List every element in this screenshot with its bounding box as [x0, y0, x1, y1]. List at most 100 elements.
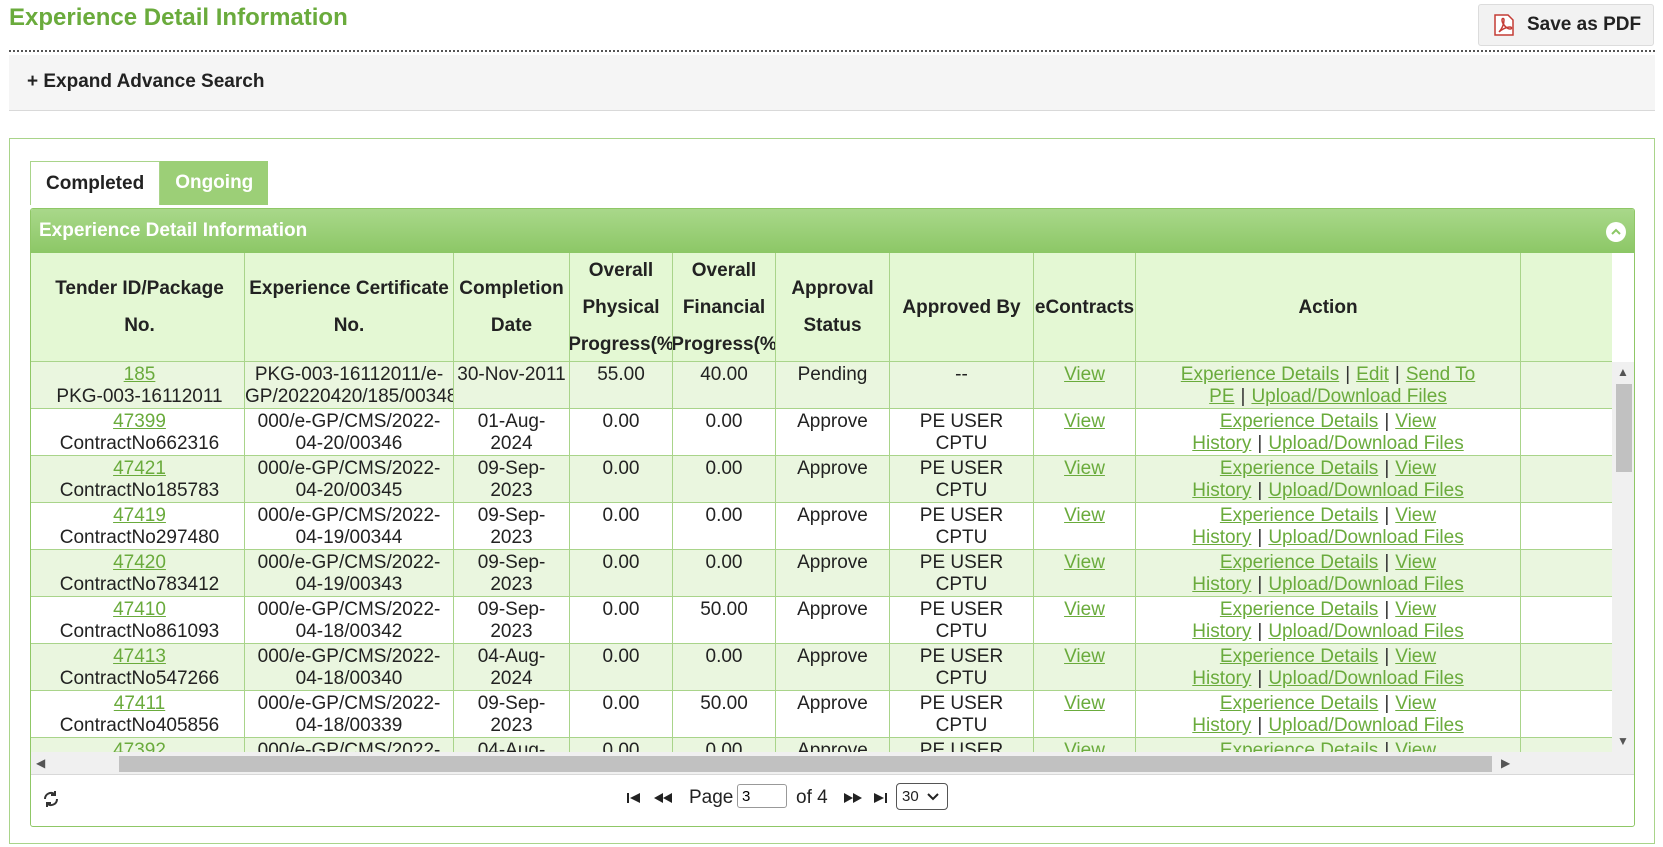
scroll-left-arrow-icon[interactable]: ◀ — [36, 756, 45, 770]
physical-progress: 0.00 — [602, 505, 640, 526]
package-no: ContractNo185783 — [59, 480, 220, 501]
tender-id-link[interactable]: 47420 — [113, 552, 166, 573]
financial-progress: 0.00 — [705, 458, 743, 479]
col-approval-status[interactable]: Approval Status — [776, 253, 890, 361]
view-history-link[interactable]: View — [1395, 505, 1436, 526]
tender-id-link[interactable]: 47421 — [113, 458, 166, 479]
last-page-icon[interactable] — [871, 791, 889, 809]
edit-link[interactable]: Edit — [1356, 364, 1389, 385]
experience-details-link[interactable]: Experience Details — [1220, 693, 1378, 714]
prev-page-icon[interactable] — [653, 791, 673, 809]
tender-id-link[interactable]: 47392 — [113, 740, 166, 752]
view-history-link-cont[interactable]: History — [1192, 621, 1251, 642]
grid-header-bar: Experience Detail Information — [31, 209, 1634, 253]
experience-details-link[interactable]: Experience Details — [1220, 458, 1378, 479]
upload-download-link[interactable]: Upload/Download Files — [1268, 715, 1463, 736]
tender-id-link[interactable]: 47419 — [113, 505, 166, 526]
send-to-pe-link-cont[interactable]: PE — [1209, 386, 1234, 407]
view-history-link[interactable]: View — [1395, 411, 1436, 432]
package-no: ContractNo405856 — [59, 715, 220, 736]
view-history-link[interactable]: View — [1395, 740, 1436, 752]
save-as-pdf-button[interactable]: Save as PDF — [1478, 4, 1654, 46]
tab-ongoing[interactable]: Ongoing — [160, 161, 269, 205]
horizontal-scrollbar[interactable]: ◀ ▶ — [31, 752, 1634, 774]
econtract-view-link[interactable]: View — [1064, 458, 1105, 479]
econtract-view-link[interactable]: View — [1064, 646, 1105, 667]
table-row: 47421 ContractNo185783 000/e-GP/CMS/2022-… — [31, 456, 1612, 503]
first-page-icon[interactable] — [626, 791, 644, 809]
econtract-view-link[interactable]: View — [1064, 740, 1105, 752]
approved-by-org: CPTU — [935, 433, 988, 454]
tab-completed[interactable]: Completed — [30, 161, 161, 205]
view-history-link-cont[interactable]: History — [1192, 480, 1251, 501]
view-history-link-cont[interactable]: History — [1192, 715, 1251, 736]
physical-progress: 0.00 — [602, 740, 640, 752]
page-size-select[interactable]: 30 — [896, 783, 948, 810]
upload-download-link[interactable]: Upload/Download Files — [1268, 574, 1463, 595]
vertical-scrollbar[interactable]: ▲ ▼ — [1612, 362, 1634, 752]
tender-id-link[interactable]: 47413 — [113, 646, 166, 667]
econtract-view-link[interactable]: View — [1064, 505, 1105, 526]
upload-download-link[interactable]: Upload/Download Files — [1268, 433, 1463, 454]
econtract-view-link[interactable]: View — [1064, 552, 1105, 573]
col-action[interactable]: Action — [1136, 253, 1521, 361]
view-history-link[interactable]: View — [1395, 458, 1436, 479]
refresh-icon[interactable] — [41, 789, 61, 814]
tender-id-link[interactable]: 47411 — [114, 693, 165, 714]
col-experience-certificate[interactable]: Experience Certificate No. — [245, 253, 454, 361]
certificate-no-cont: 04-19/00343 — [295, 574, 403, 595]
experience-details-link[interactable]: Experience Details — [1220, 411, 1378, 432]
scroll-right-arrow-icon[interactable]: ▶ — [1501, 756, 1510, 770]
page-number-input[interactable] — [737, 784, 787, 808]
tender-id-link[interactable]: 47410 — [113, 599, 166, 620]
upload-download-link[interactable]: Upload/Download Files — [1268, 668, 1463, 689]
certificate-no-cont: 04-18/00342 — [295, 621, 403, 642]
econtract-view-link[interactable]: View — [1064, 411, 1105, 432]
econtract-view-link[interactable]: View — [1064, 693, 1105, 714]
col-approved-by[interactable]: Approved By — [890, 253, 1034, 361]
approval-status: Approve — [797, 552, 868, 573]
grid-body: 185 PKG-003-16112011 PKG-003-16112011/e- G… — [31, 362, 1612, 752]
view-history-link[interactable]: View — [1395, 599, 1436, 620]
col-tender-id[interactable]: Tender ID/Package No. — [31, 253, 245, 361]
scroll-up-arrow-icon[interactable]: ▲ — [1617, 365, 1629, 379]
pager-bar: Page of 4 30 — [31, 774, 1634, 825]
experience-details-link[interactable]: Experience Details — [1220, 552, 1378, 573]
col-econtracts[interactable]: eContracts — [1034, 253, 1136, 361]
col-completion-date[interactable]: Completion Date — [454, 253, 570, 361]
horizontal-scroll-thumb[interactable] — [119, 756, 1492, 772]
vertical-scroll-thumb[interactable] — [1616, 384, 1632, 472]
approved-by: PE USER — [919, 646, 1004, 667]
view-history-link-cont[interactable]: History — [1192, 668, 1251, 689]
expand-advance-search-link[interactable]: + Expand Advance Search — [27, 71, 264, 93]
tender-id-link[interactable]: 185 — [124, 364, 156, 385]
view-history-link[interactable]: View — [1395, 552, 1436, 573]
tender-id-link[interactable]: 47399 — [113, 411, 166, 432]
experience-details-link[interactable]: Experience Details — [1220, 505, 1378, 526]
upload-download-link[interactable]: Upload/Download Files — [1268, 527, 1463, 548]
completion-date: 09-Sep- — [477, 458, 546, 479]
view-history-link[interactable]: View — [1395, 646, 1436, 667]
econtract-view-link[interactable]: View — [1064, 599, 1105, 620]
view-history-link-cont[interactable]: History — [1192, 433, 1251, 454]
experience-details-link[interactable]: Experience Details — [1220, 646, 1378, 667]
upload-download-link[interactable]: Upload/Download Files — [1268, 480, 1463, 501]
experience-details-link[interactable]: Experience Details — [1220, 740, 1378, 752]
view-history-link-cont[interactable]: History — [1192, 574, 1251, 595]
experience-details-link[interactable]: Experience Details — [1181, 364, 1339, 385]
next-page-icon[interactable] — [843, 791, 863, 809]
experience-details-link[interactable]: Experience Details — [1220, 599, 1378, 620]
physical-progress: 0.00 — [602, 458, 640, 479]
scroll-down-arrow-icon[interactable]: ▼ — [1617, 734, 1629, 748]
send-to-pe-link[interactable]: Send To — [1406, 364, 1475, 385]
view-history-link-cont[interactable]: History — [1192, 527, 1251, 548]
title-divider — [9, 50, 1655, 52]
completion-year: 2023 — [490, 527, 533, 548]
econtract-view-link[interactable]: View — [1064, 364, 1105, 385]
upload-download-link[interactable]: Upload/Download Files — [1251, 386, 1446, 407]
col-financial-progress[interactable]: Overall Financial Progress(% — [673, 253, 776, 361]
upload-download-link[interactable]: Upload/Download Files — [1268, 621, 1463, 642]
view-history-link[interactable]: View — [1395, 693, 1436, 714]
col-physical-progress[interactable]: Overall Physical Progress(% — [570, 253, 673, 361]
collapse-grid-button[interactable] — [1606, 222, 1626, 242]
